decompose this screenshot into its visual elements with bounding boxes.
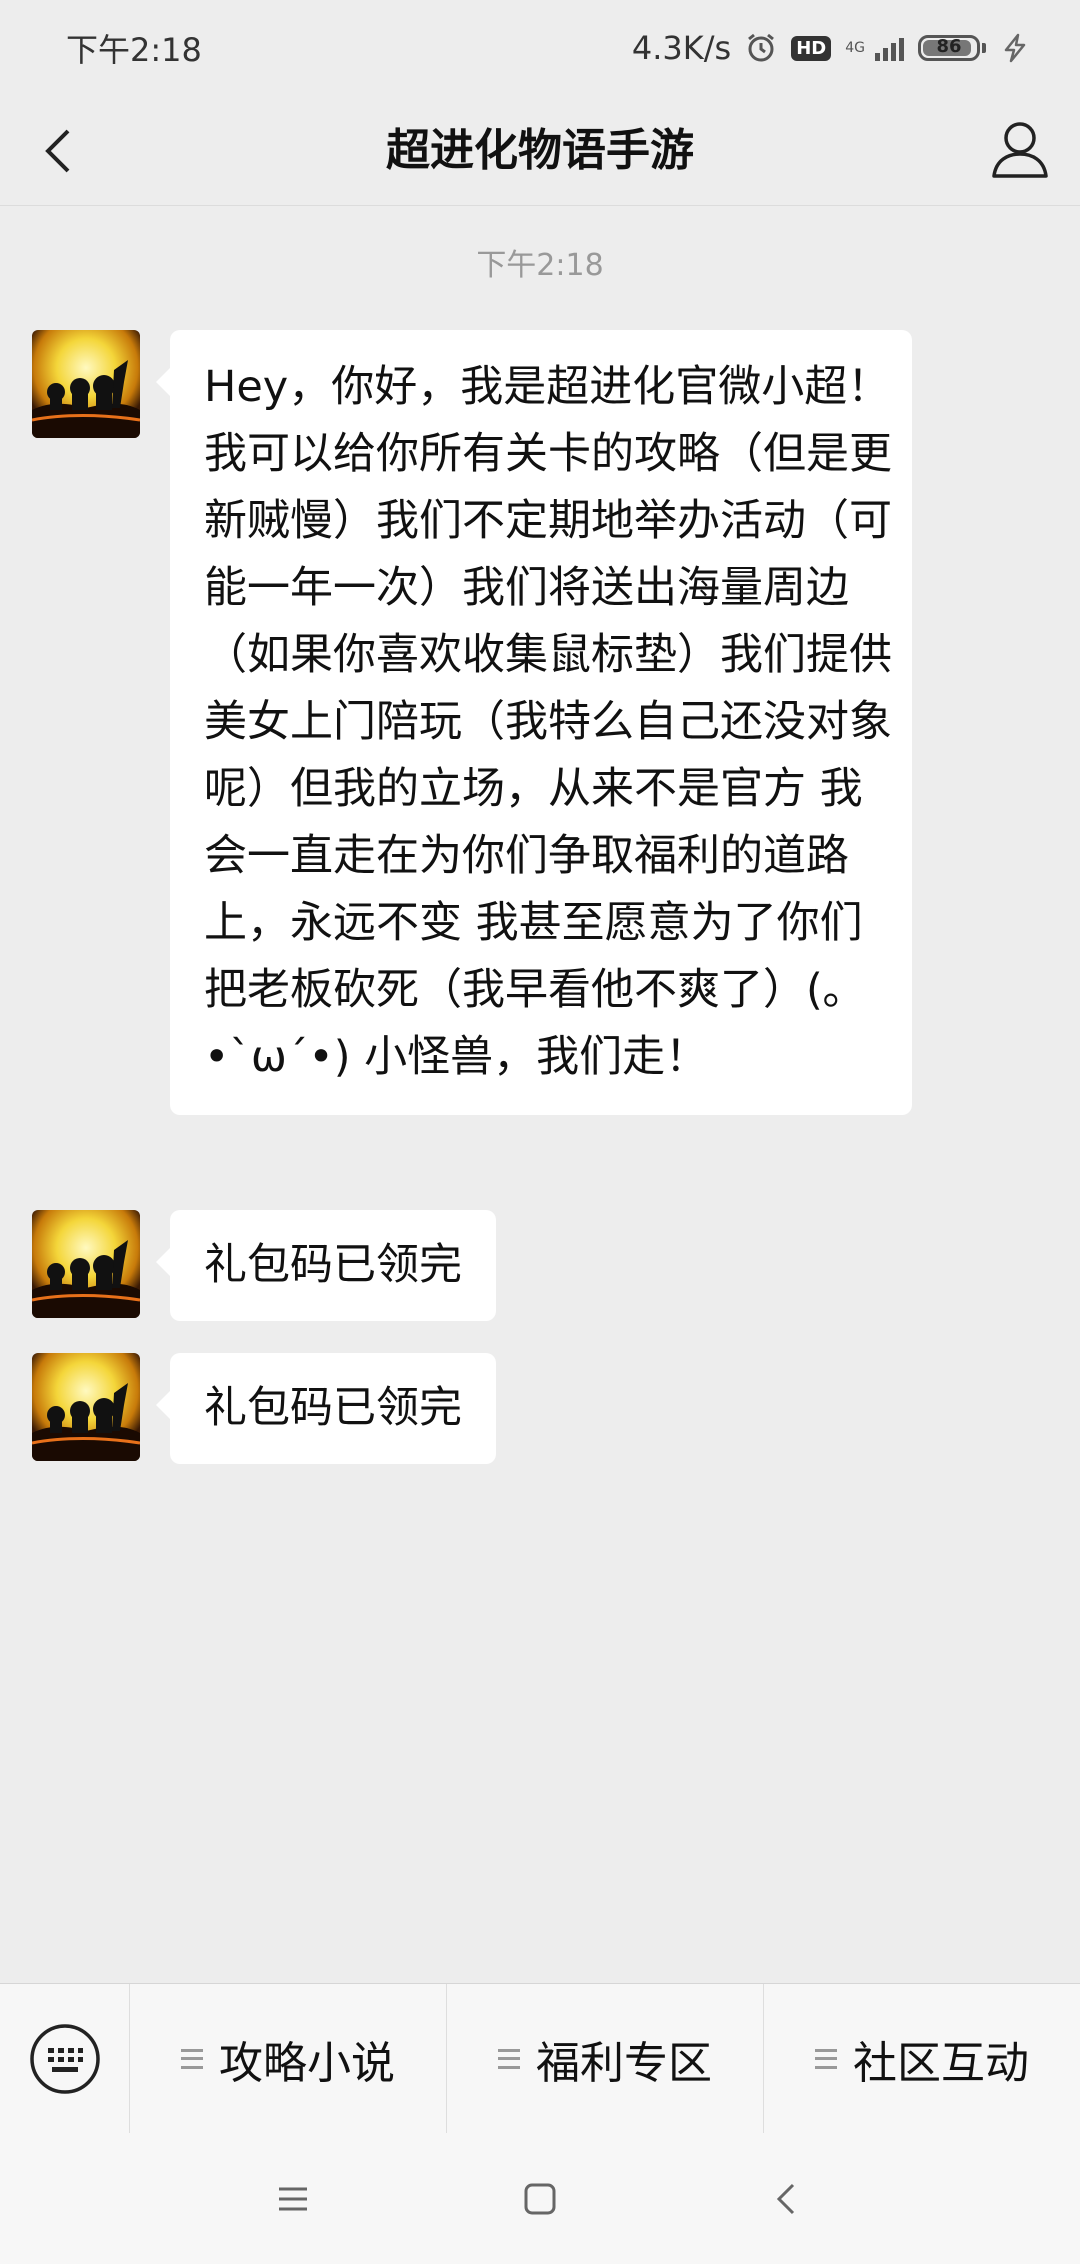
chat-message: Hey，你好，我是超进化官微小超！我可以给你所有关卡的攻略（但是更新贼慢）我们不… — [32, 330, 912, 1115]
recents-button[interactable] — [263, 2169, 323, 2229]
menu-lines-icon — [498, 2048, 520, 2069]
keyboard-icon — [29, 2023, 100, 2094]
system-nav-bar — [0, 2133, 1080, 2264]
charging-icon — [1004, 33, 1026, 63]
hd-badge: HD — [791, 35, 832, 61]
recents-icon — [279, 2187, 308, 2210]
system-back-button[interactable] — [757, 2169, 817, 2229]
bottom-menu-bar: 攻略小说 福利专区 社区互动 — [0, 1983, 1080, 2134]
chat-timestamp: 下午2:18 — [476, 248, 604, 283]
person-icon — [992, 122, 1048, 178]
message-bubble[interactable]: 礼包码已领完 — [156, 1210, 496, 1321]
battery-icon: 86 — [918, 35, 986, 61]
menu-item-label: 福利专区 — [536, 2037, 712, 2089]
avatar[interactable] — [32, 1210, 140, 1318]
menu-lines-icon — [181, 2048, 203, 2069]
menu-item-label: 社区互动 — [853, 2037, 1029, 2089]
keyboard-toggle-button[interactable] — [0, 1983, 130, 2134]
status-time: 下午2:18 — [66, 31, 202, 69]
net-speed: 4.3K/s — [631, 29, 732, 67]
menu-lines-icon — [815, 2048, 837, 2069]
menu-item-benefits[interactable]: 福利专区 — [447, 1983, 764, 2134]
message-bubble[interactable]: Hey，你好，我是超进化官微小超！我可以给你所有关卡的攻略（但是更新贼慢）我们不… — [156, 330, 912, 1115]
menu-item-community[interactable]: 社区互动 — [764, 1984, 1080, 2134]
chat-message: 礼包码已领完 — [32, 1353, 496, 1464]
signal-icon — [875, 35, 904, 61]
home-icon — [524, 2183, 556, 2214]
profile-button[interactable] — [988, 116, 1052, 186]
menu-item-label: 攻略小说 — [219, 2037, 395, 2089]
menu-item-guides[interactable]: 攻略小说 — [130, 1983, 447, 2134]
home-button[interactable] — [510, 2169, 570, 2229]
alarm-icon — [748, 33, 775, 62]
network-type: 4G — [845, 40, 865, 56]
battery-level: 86 — [936, 36, 962, 57]
status-bar: 下午2:18 4.3K/s HD 4G 86 — [0, 0, 1080, 96]
back-icon — [776, 2183, 794, 2214]
avatar[interactable] — [32, 330, 140, 438]
page-title: 超进化物语手游 — [386, 125, 694, 176]
status-icons: 4.3K/s HD 4G 86 — [632, 29, 1030, 67]
avatar[interactable] — [32, 1353, 140, 1461]
chat-message: 礼包码已领完 — [32, 1210, 496, 1321]
nav-bar: 超进化物语手游 — [0, 96, 1080, 206]
message-bubble[interactable]: 礼包码已领完 — [156, 1353, 496, 1464]
